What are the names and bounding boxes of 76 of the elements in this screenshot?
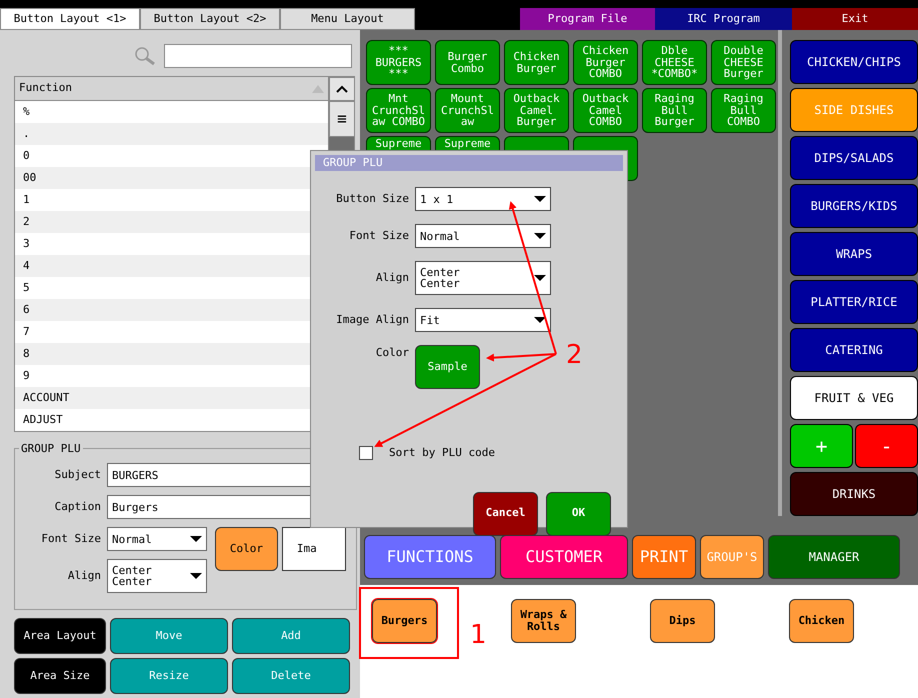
field-label: Color	[374, 345, 410, 361]
group-button[interactable]: Wraps & Rolls	[511, 599, 576, 643]
sort-icon	[312, 84, 324, 92]
menu-button[interactable]: Burger Combo	[435, 40, 500, 85]
scroll-up-button[interactable]	[329, 77, 355, 101]
menu-button[interactable]: Chicken Burger	[504, 40, 569, 85]
menu-button[interactable]: Mnt CrunchSl aw COMBO	[366, 88, 431, 133]
category-button[interactable]: DIPS/SALADS	[790, 136, 918, 180]
category-button[interactable]: FRUIT & VEG	[790, 376, 918, 420]
area-button[interactable]: Area Layout	[14, 618, 106, 654]
toolbar-button[interactable]: Program File	[520, 8, 655, 30]
caret-icon	[534, 275, 546, 281]
color-button[interactable]: Color	[215, 527, 278, 571]
caret-icon	[534, 233, 546, 239]
field-label: Subject	[54, 466, 102, 483]
dropdown[interactable]: Normal	[415, 224, 551, 248]
layout-tab[interactable]: Button Layout <2>	[140, 8, 280, 30]
toolbar-button[interactable]: Exit	[792, 8, 918, 30]
field-label: Align	[66, 568, 102, 584]
category-button[interactable]: PLATTER/RICE	[790, 280, 918, 324]
function-button[interactable]: MANAGER	[768, 535, 900, 579]
caret-icon	[534, 317, 546, 323]
column-header[interactable]: Function	[19, 80, 72, 97]
group-button[interactable]: Dips	[650, 599, 715, 643]
ok-button[interactable]: OK	[546, 492, 611, 536]
annotation-number: 1	[470, 622, 487, 648]
checkbox-label: Sort by PLU code	[389, 445, 495, 461]
dropdown[interactable]: Center Center	[415, 261, 551, 295]
dialog-title: GROUP PLU	[315, 155, 623, 171]
field-label: Align	[374, 270, 410, 286]
search-field[interactable]	[164, 44, 352, 68]
dropdown[interactable]: Normal	[107, 527, 207, 551]
caret-icon	[190, 573, 202, 579]
field-label: Caption	[54, 498, 102, 515]
area-button[interactable]: Area Size	[14, 658, 106, 694]
category-button[interactable]: CHICKEN/CHIPS	[790, 40, 918, 84]
function-button[interactable]: CUSTOMER	[500, 535, 628, 579]
caret-icon	[190, 536, 202, 542]
group-button[interactable]: Burgers	[372, 599, 437, 643]
caret-icon	[534, 196, 546, 202]
annotation-number: 2	[566, 342, 583, 368]
group-button[interactable]: Chicken	[789, 599, 854, 643]
dropdown[interactable]: Center Center	[107, 559, 207, 593]
layout-tab[interactable]: Menu Layout	[280, 8, 415, 30]
toolbar-button[interactable]: IRC Program	[655, 8, 792, 30]
layout-tab[interactable]: Button Layout <1>	[0, 8, 140, 30]
chevron-up-icon	[336, 85, 348, 93]
checkbox[interactable]	[359, 446, 373, 460]
field-label: Image Align	[335, 312, 410, 328]
menu-button[interactable]: Raging Bull Burger	[642, 88, 707, 133]
menu-button[interactable]: Dble CHEESE *COMBO*	[642, 40, 707, 85]
menu-button[interactable]: Raging Bull COMBO	[711, 88, 776, 133]
list-item[interactable]: .	[15, 123, 328, 145]
category-button[interactable]: WRAPS	[790, 232, 918, 276]
dropdown[interactable]: Fit	[415, 308, 551, 332]
function-button[interactable]: FUNCTIONS	[364, 535, 496, 579]
search-icon	[134, 46, 156, 66]
category-button[interactable]: BURGERS/KIDS	[790, 184, 918, 228]
dropdown[interactable]: 1 x 1	[415, 187, 551, 211]
category-button[interactable]: CATERING	[790, 328, 918, 372]
menu-button[interactable]: Chicken Burger COMBO	[573, 40, 638, 85]
field-label: Font Size	[348, 228, 410, 244]
menu-button[interactable]: Mount CrunchSl aw	[435, 88, 500, 133]
menu-button[interactable]: Outback Camel COMBO	[573, 88, 638, 133]
menu-button[interactable]: *** BURGERS ***	[366, 40, 431, 85]
scroll-handle[interactable]: ≡	[329, 101, 355, 137]
category-button[interactable]: DRINKS	[790, 472, 918, 516]
menu-button[interactable]: Double CHEESE Burger	[711, 40, 776, 85]
cancel-button[interactable]: Cancel	[473, 492, 538, 536]
menu-button[interactable]: Outback Camel Burger	[504, 88, 569, 133]
field-label: Font Size	[40, 530, 102, 547]
color-sample-button[interactable]: Sample	[415, 345, 480, 389]
field-label: Button Size	[335, 190, 410, 207]
image-button[interactable]: Ima	[282, 527, 346, 571]
list-item[interactable]: %	[15, 101, 328, 123]
category-button[interactable]: -	[855, 424, 918, 468]
